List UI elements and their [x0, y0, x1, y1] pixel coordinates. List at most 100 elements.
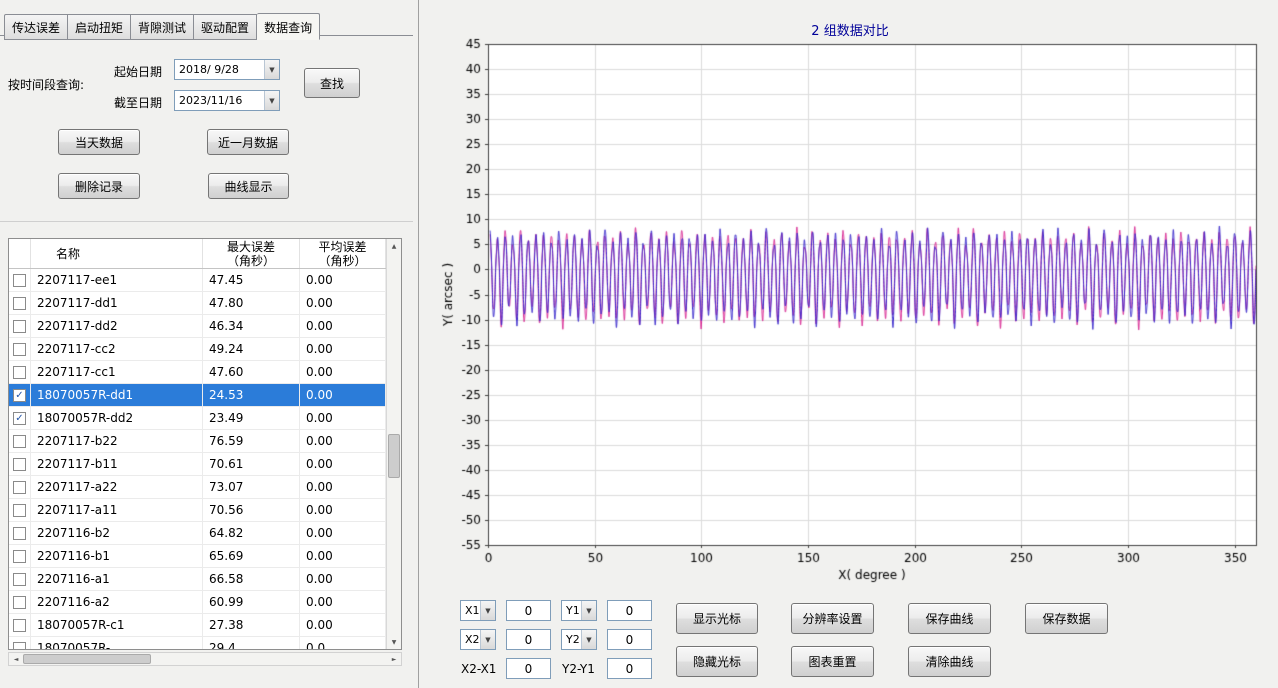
search-button[interactable]: 查找: [304, 68, 360, 98]
scroll-right-icon[interactable]: ►: [387, 653, 401, 665]
cell-max-error: 70.61: [203, 453, 300, 475]
chevron-down-icon[interactable]: ▼: [581, 630, 596, 649]
y1-value-input[interactable]: [607, 600, 652, 621]
hide-cursor-button[interactable]: 隐藏光标: [676, 646, 758, 677]
row-checkbox[interactable]: [13, 527, 26, 540]
table-row[interactable]: ✓18070057R-dd223.490.00: [9, 407, 401, 430]
row-checkbox[interactable]: [13, 642, 26, 651]
table-header: 名称 最大误差 （角秒） 平均误差 （角秒）: [9, 239, 401, 269]
chevron-down-icon[interactable]: ▼: [480, 630, 495, 649]
scroll-up-icon[interactable]: ▲: [387, 239, 401, 253]
row-checkbox[interactable]: [13, 619, 26, 632]
chevron-down-icon[interactable]: ▼: [264, 60, 279, 79]
results-table-body: 2207117-ee147.450.002207117-dd147.800.00…: [9, 269, 401, 650]
save-data-button[interactable]: 保存数据: [1025, 603, 1108, 634]
row-checkbox[interactable]: [13, 573, 26, 586]
header-name[interactable]: 名称: [31, 239, 203, 268]
table-row[interactable]: 2207116-a260.990.00: [9, 591, 401, 614]
cell-name: 2207117-b11: [31, 453, 203, 475]
table-row[interactable]: 2207116-b165.690.00: [9, 545, 401, 568]
table-row[interactable]: 2207116-a166.580.00: [9, 568, 401, 591]
table-row[interactable]: 2207117-a1170.560.00: [9, 499, 401, 522]
cell-max-error: 47.60: [203, 361, 300, 383]
cell-max-error: 64.82: [203, 522, 300, 544]
tab-4[interactable]: 数据查询: [257, 13, 320, 40]
row-checkbox[interactable]: [13, 320, 26, 333]
month-data-button[interactable]: 近一月数据: [207, 129, 289, 155]
cell-avg-error: 0.00: [300, 591, 386, 613]
tab-0[interactable]: 传达误差: [4, 14, 68, 40]
delete-record-button[interactable]: 删除记录: [58, 173, 140, 199]
y1-select[interactable]: Y1 ▼: [561, 600, 597, 621]
table-row[interactable]: 18070057R-29.40.0: [9, 637, 401, 650]
chart-reset-button[interactable]: 图表重置: [791, 646, 874, 677]
end-date-picker[interactable]: 2023/11/16 ▼: [174, 90, 280, 111]
row-checkbox[interactable]: ✓: [13, 412, 26, 425]
show-cursor-button[interactable]: 显示光标: [676, 603, 758, 634]
table-row[interactable]: 18070057R-c127.380.00: [9, 614, 401, 637]
header-avg-error[interactable]: 平均误差 （角秒）: [300, 239, 386, 268]
cell-checkbox: [9, 637, 31, 650]
table-row[interactable]: 2207116-b264.820.00: [9, 522, 401, 545]
row-checkbox[interactable]: [13, 458, 26, 471]
cell-name: 2207117-a11: [31, 499, 203, 521]
y2-value-input[interactable]: [607, 629, 652, 650]
cell-checkbox: [9, 361, 31, 383]
table-row[interactable]: 2207117-cc249.240.00: [9, 338, 401, 361]
tab-3[interactable]: 驱动配置: [194, 14, 257, 40]
scroll-left-icon[interactable]: ◄: [9, 653, 23, 665]
table-row[interactable]: ✓18070057R-dd124.530.00: [9, 384, 401, 407]
table-row[interactable]: 2207117-b1170.610.00: [9, 453, 401, 476]
section-divider: [0, 221, 413, 222]
row-checkbox[interactable]: [13, 596, 26, 609]
table-row[interactable]: 2207117-dd147.800.00: [9, 292, 401, 315]
row-checkbox[interactable]: [13, 366, 26, 379]
row-checkbox[interactable]: [13, 481, 26, 494]
table-row[interactable]: 2207117-a2273.070.00: [9, 476, 401, 499]
curve-display-button[interactable]: 曲线显示: [208, 173, 289, 199]
table-hscrollbar[interactable]: ◄ ►: [8, 652, 402, 666]
row-checkbox[interactable]: ✓: [13, 389, 26, 402]
cell-max-error: 60.99: [203, 591, 300, 613]
chevron-down-icon[interactable]: ▼: [581, 601, 596, 620]
clear-curve-button[interactable]: 清除曲线: [908, 646, 991, 677]
today-data-button[interactable]: 当天数据: [58, 129, 140, 155]
x2-value-input[interactable]: [506, 629, 551, 650]
row-checkbox[interactable]: [13, 504, 26, 517]
row-checkbox[interactable]: [13, 435, 26, 448]
x1-value-input[interactable]: [506, 600, 551, 621]
row-checkbox[interactable]: [13, 343, 26, 356]
hscroll-thumb[interactable]: [23, 654, 151, 664]
x2-select[interactable]: X2 ▼: [460, 629, 496, 650]
table-vscrollbar[interactable]: ▲ ▼: [386, 239, 401, 649]
comparison-chart-canvas[interactable]: [436, 38, 1268, 588]
x1-select-value: X1: [461, 604, 480, 617]
cell-avg-error: 0.00: [300, 315, 386, 337]
row-checkbox[interactable]: [13, 274, 26, 287]
chevron-down-icon[interactable]: ▼: [480, 601, 495, 620]
dy-label: Y2-Y1: [562, 662, 595, 676]
dy-value-input[interactable]: [607, 658, 652, 679]
save-curve-button[interactable]: 保存曲线: [908, 603, 991, 634]
y2-select[interactable]: Y2 ▼: [561, 629, 597, 650]
row-checkbox[interactable]: [13, 297, 26, 310]
scroll-down-icon[interactable]: ▼: [387, 635, 401, 649]
x1-select[interactable]: X1 ▼: [460, 600, 496, 621]
chevron-down-icon[interactable]: ▼: [264, 91, 279, 110]
start-date-picker[interactable]: 2018/ 9/28 ▼: [174, 59, 280, 80]
row-checkbox[interactable]: [13, 550, 26, 563]
resolution-settings-button[interactable]: 分辨率设置: [791, 603, 874, 634]
table-row[interactable]: 2207117-dd246.340.00: [9, 315, 401, 338]
tab-1[interactable]: 启动扭矩: [68, 14, 131, 40]
cell-max-error: 76.59: [203, 430, 300, 452]
start-date-label: 起始日期: [114, 63, 162, 80]
header-avg-line2: （角秒）: [318, 254, 366, 268]
header-max-error[interactable]: 最大误差 （角秒）: [203, 239, 300, 268]
tab-2[interactable]: 背隙测试: [131, 14, 194, 40]
table-row[interactable]: 2207117-cc147.600.00: [9, 361, 401, 384]
cell-avg-error: 0.00: [300, 568, 386, 590]
table-row[interactable]: 2207117-b2276.590.00: [9, 430, 401, 453]
dx-value-input[interactable]: [506, 658, 551, 679]
table-row[interactable]: 2207117-ee147.450.00: [9, 269, 401, 292]
vscroll-thumb[interactable]: [388, 434, 400, 478]
